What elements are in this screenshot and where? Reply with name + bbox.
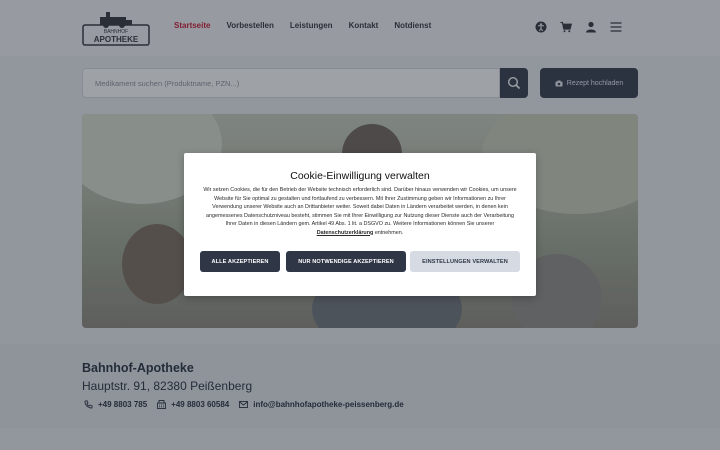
cookie-dialog-body-end: entnehmen. [374, 229, 404, 236]
cookie-dialog-title: Cookie-Einwilligung verwalten [290, 170, 430, 182]
manage-settings-button[interactable]: EINSTELLUNGEN VERWALTEN [410, 251, 520, 272]
accept-necessary-button[interactable]: NUR NOTWENDIGE AKZEPTIEREN [286, 251, 406, 272]
cookie-dialog-body: Wir setzen Cookies, die für den Betrieb … [203, 187, 517, 227]
cookie-consent-dialog: Cookie-Einwilligung verwalten Wir setzen… [184, 153, 536, 296]
privacy-policy-link[interactable]: Datenschutzerklärung [317, 230, 374, 236]
cookie-dialog-text: Wir setzen Cookies, die für den Betrieb … [200, 186, 520, 237]
accept-all-button[interactable]: ALLE AKZEPTIEREN [200, 251, 280, 272]
